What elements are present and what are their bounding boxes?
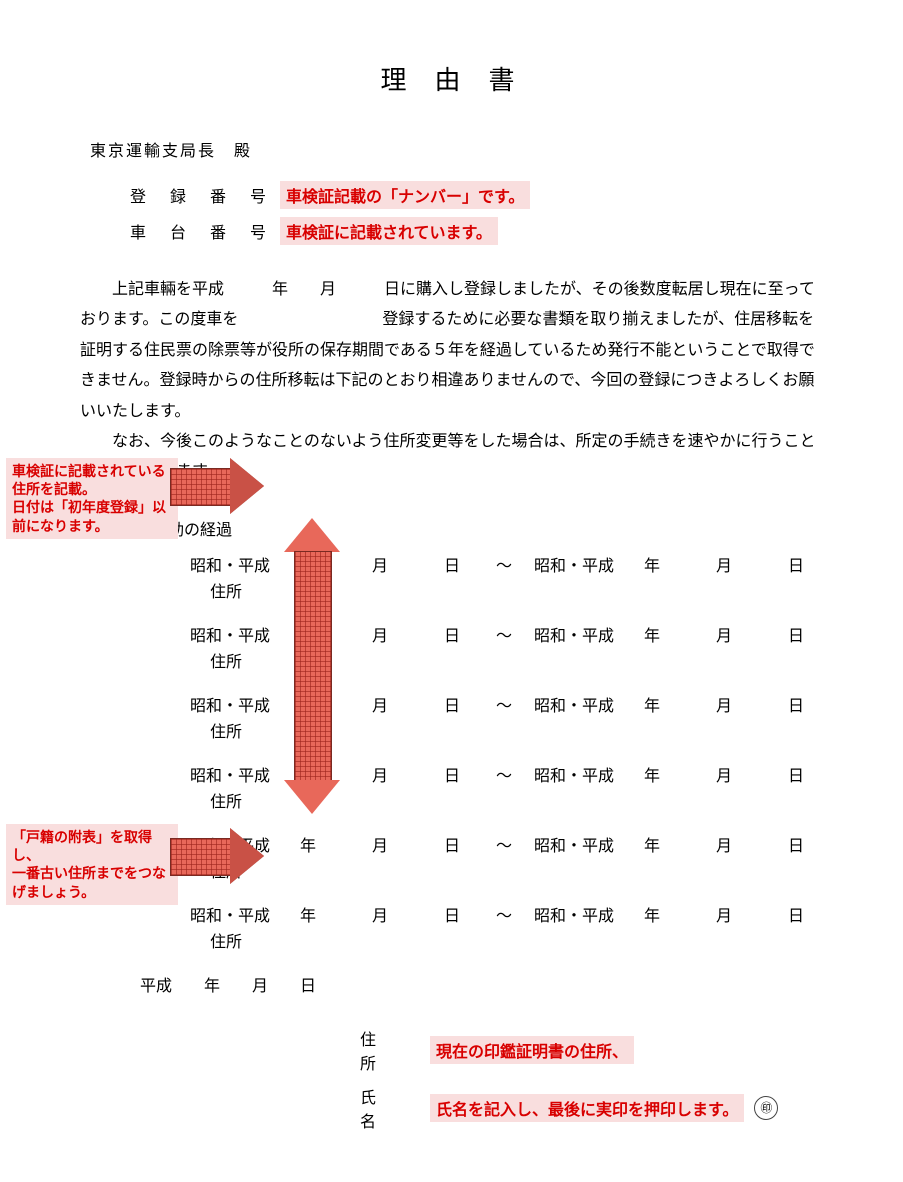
registration-number-label: 登 録 番 号	[130, 183, 280, 207]
day-label: 日	[444, 692, 474, 716]
month-label: 月	[372, 622, 402, 646]
month-label: 月	[716, 762, 746, 786]
signature-address-note: 現在の印鑑証明書の住所、	[430, 1036, 634, 1064]
month-label: 月	[716, 692, 746, 716]
tilde: 〜	[474, 552, 534, 576]
day-label: 日	[788, 902, 818, 926]
signature-address-label: 住 所	[360, 1026, 430, 1074]
month-label: 月	[716, 622, 746, 646]
era-to: 昭和・平成	[534, 692, 644, 716]
day-label: 日	[788, 832, 818, 856]
month-label: 月	[372, 832, 402, 856]
signature-date: 平成 年 月 日	[140, 972, 843, 996]
month-label: 月	[372, 902, 402, 926]
era-from: 昭和・平成	[190, 552, 300, 576]
document-title: 理由書	[80, 60, 843, 97]
day-label: 日	[444, 762, 474, 786]
signature-name-note: 氏名を記入し、最後に実印を押印します。	[430, 1094, 744, 1122]
chassis-number-label: 車 台 番 号	[130, 219, 280, 243]
history-row: 昭和・平成 年 月 日 〜 昭和・平成 年 月 日 住所	[190, 622, 843, 672]
annotation-note-1: 車検証に記載されている住所を記載。 日付は「初年度登録」以前になります。	[6, 458, 178, 539]
year-label: 年	[644, 762, 674, 786]
tilde: 〜	[474, 692, 534, 716]
month-label: 月	[372, 552, 402, 576]
history-row: 昭和・平成 年 月 日 〜 昭和・平成 年 月 日 住所	[190, 692, 843, 742]
month-label: 月	[716, 552, 746, 576]
day-label: 日	[788, 692, 818, 716]
month-label: 月	[716, 832, 746, 856]
history-row: 昭和・平成 年 月 日 〜 昭和・平成 年 月 日 住所	[190, 552, 843, 602]
tilde: 〜	[474, 832, 534, 856]
year-label: 年	[644, 902, 674, 926]
address-label: 住所	[210, 858, 843, 882]
annotation-note-2: 「戸籍の附表」を取得し、 一番古い住所までをつなげましょう。	[6, 824, 178, 905]
address-history: 昭和・平成 年 月 日 〜 昭和・平成 年 月 日 住所 昭和・平成 年 月	[190, 552, 843, 952]
day-label: 日	[788, 762, 818, 786]
month-label: 月	[372, 692, 402, 716]
year-label: 年	[644, 832, 674, 856]
tilde: 〜	[474, 902, 534, 926]
tilde: 〜	[474, 622, 534, 646]
day-label: 日	[444, 832, 474, 856]
year-label: 年	[644, 692, 674, 716]
era-from: 昭和・平成	[190, 902, 300, 926]
registration-number-note: 車検証記載の「ナンバー」です。	[280, 181, 530, 209]
year-label: 年	[300, 832, 330, 856]
day-label: 日	[444, 622, 474, 646]
era-to: 昭和・平成	[534, 622, 644, 646]
history-row: 昭和・平成 年 月 日 〜 昭和・平成 年 月 日 住所	[190, 902, 843, 952]
month-label: 月	[716, 902, 746, 926]
day-label: 日	[788, 552, 818, 576]
body-paragraph-1: 上記車輛を平成 年 月 日に購入し登録しましたが、その後数度転居し現在に至ってお…	[80, 275, 823, 427]
day-label: 日	[788, 622, 818, 646]
history-row: 昭和・平成 年 月 日 〜 昭和・平成 年 月 日 住所	[190, 832, 843, 882]
addressee: 東京運輸支局長 殿	[90, 137, 843, 161]
month-label: 月	[372, 762, 402, 786]
signature-name-label: 氏 名	[360, 1084, 430, 1132]
history-heading: 住所移動の経過	[120, 516, 843, 540]
era-to: 昭和・平成	[534, 762, 644, 786]
tilde: 〜	[474, 762, 534, 786]
era-to: 昭和・平成	[534, 902, 644, 926]
era-to: 昭和・平成	[534, 552, 644, 576]
address-label: 住所	[210, 928, 843, 952]
era-to: 昭和・平成	[534, 832, 644, 856]
year-label: 年	[300, 902, 330, 926]
era-from: 昭和・平成	[190, 622, 300, 646]
chassis-number-note: 車検証に記載されています。	[280, 217, 498, 245]
era-from: 昭和・平成	[190, 692, 300, 716]
year-label: 年	[644, 552, 674, 576]
seal-icon: ㊞	[754, 1096, 778, 1120]
day-label: 日	[444, 552, 474, 576]
year-label: 年	[644, 622, 674, 646]
day-label: 日	[444, 902, 474, 926]
